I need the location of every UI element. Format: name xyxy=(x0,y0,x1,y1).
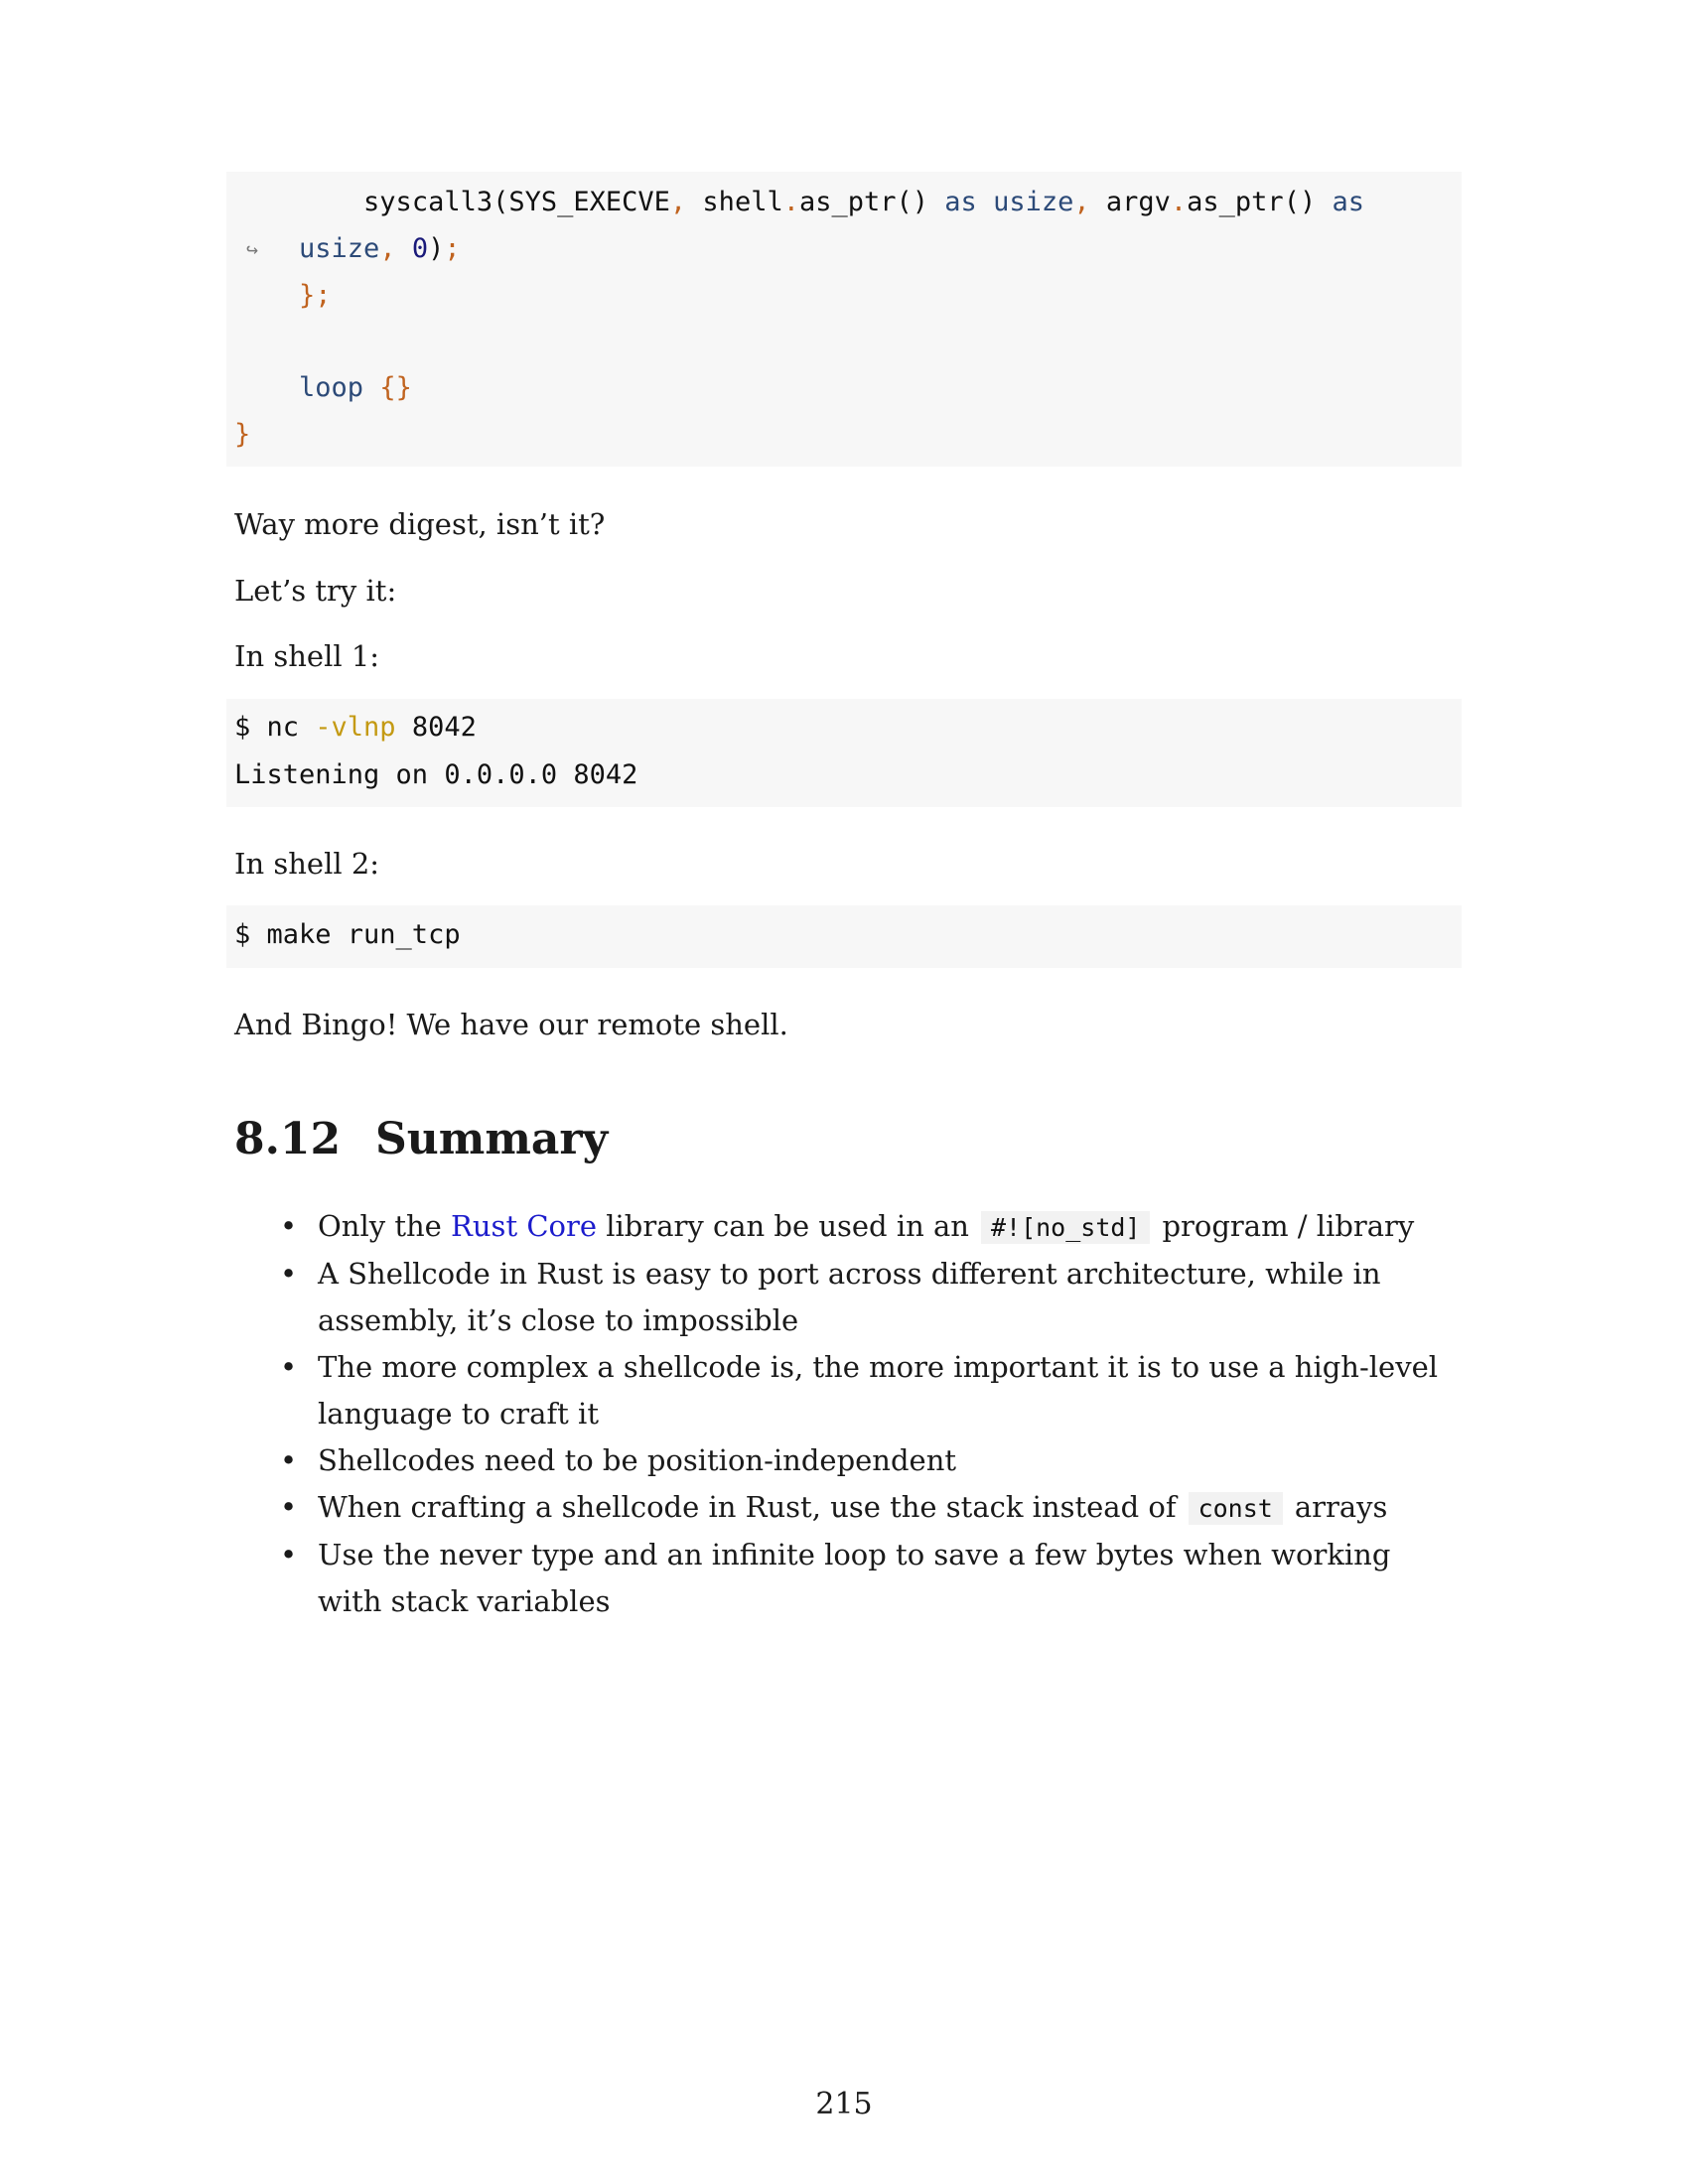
paragraph: Way more digest, isn’t it? xyxy=(234,507,606,541)
list-item: • The more complex a shellcode is, the m… xyxy=(234,1344,1462,1437)
list-item: • Shellcodes need to be position-indepen… xyxy=(234,1437,1462,1484)
section-number: 8.12 xyxy=(234,1114,342,1164)
code-block-shell-1: $ nc -vlnp 8042 Listening on 0.0.0.0 804… xyxy=(226,699,1462,807)
rust-core-link[interactable]: Rust Core xyxy=(451,1209,597,1243)
bullet-icon: • xyxy=(280,1538,298,1571)
paragraph: In shell 2: xyxy=(234,847,380,881)
paragraph: And Bingo! We have our remote shell. xyxy=(234,1008,788,1041)
document-page: syscall3(SYS_EXECVE, shell.as_ptr() as u… xyxy=(0,0,1688,2184)
summary-list: • Only the Rust Core library can be used… xyxy=(234,1203,1462,1625)
code-line: usize, 0); xyxy=(299,233,461,264)
section-title: Summary xyxy=(375,1114,609,1164)
code-line: loop {} xyxy=(299,372,412,403)
paragraph: In shell 1: xyxy=(234,639,380,673)
code-line: }; xyxy=(299,280,332,311)
code-block-shell-2: $ make run_tcp xyxy=(226,905,1462,968)
page-number: 215 xyxy=(815,2087,873,2121)
inline-code: #![no_std] xyxy=(980,1211,1151,1244)
bullet-icon: • xyxy=(280,1209,298,1243)
list-item: • When crafting a shellcode in Rust, use… xyxy=(234,1484,1462,1532)
paragraph: Let’s try it: xyxy=(234,574,397,608)
bullet-icon: • xyxy=(280,1443,298,1477)
list-item: • A Shellcode in Rust is easy to port ac… xyxy=(234,1251,1462,1344)
inline-code: const xyxy=(1188,1492,1283,1525)
section-heading: 8.12 Summary xyxy=(234,1114,608,1164)
list-item: • Only the Rust Core library can be used… xyxy=(234,1203,1462,1251)
code-block-rust: syscall3(SYS_EXECVE, shell.as_ptr() as u… xyxy=(226,172,1462,467)
code-line: } xyxy=(234,419,251,450)
code-line: syscall3(SYS_EXECVE, shell.as_ptr() as u… xyxy=(363,187,1364,217)
bullet-icon: • xyxy=(280,1257,298,1291)
code-line: $ make run_tcp xyxy=(234,919,461,950)
code-line: $ nc -vlnp 8042 xyxy=(234,712,477,743)
list-item: • Use the never type and an infinite loo… xyxy=(234,1532,1462,1625)
code-line: Listening on 0.0.0.0 8042 xyxy=(234,759,638,790)
bullet-icon: • xyxy=(280,1350,298,1384)
bullet-icon: • xyxy=(280,1490,298,1524)
